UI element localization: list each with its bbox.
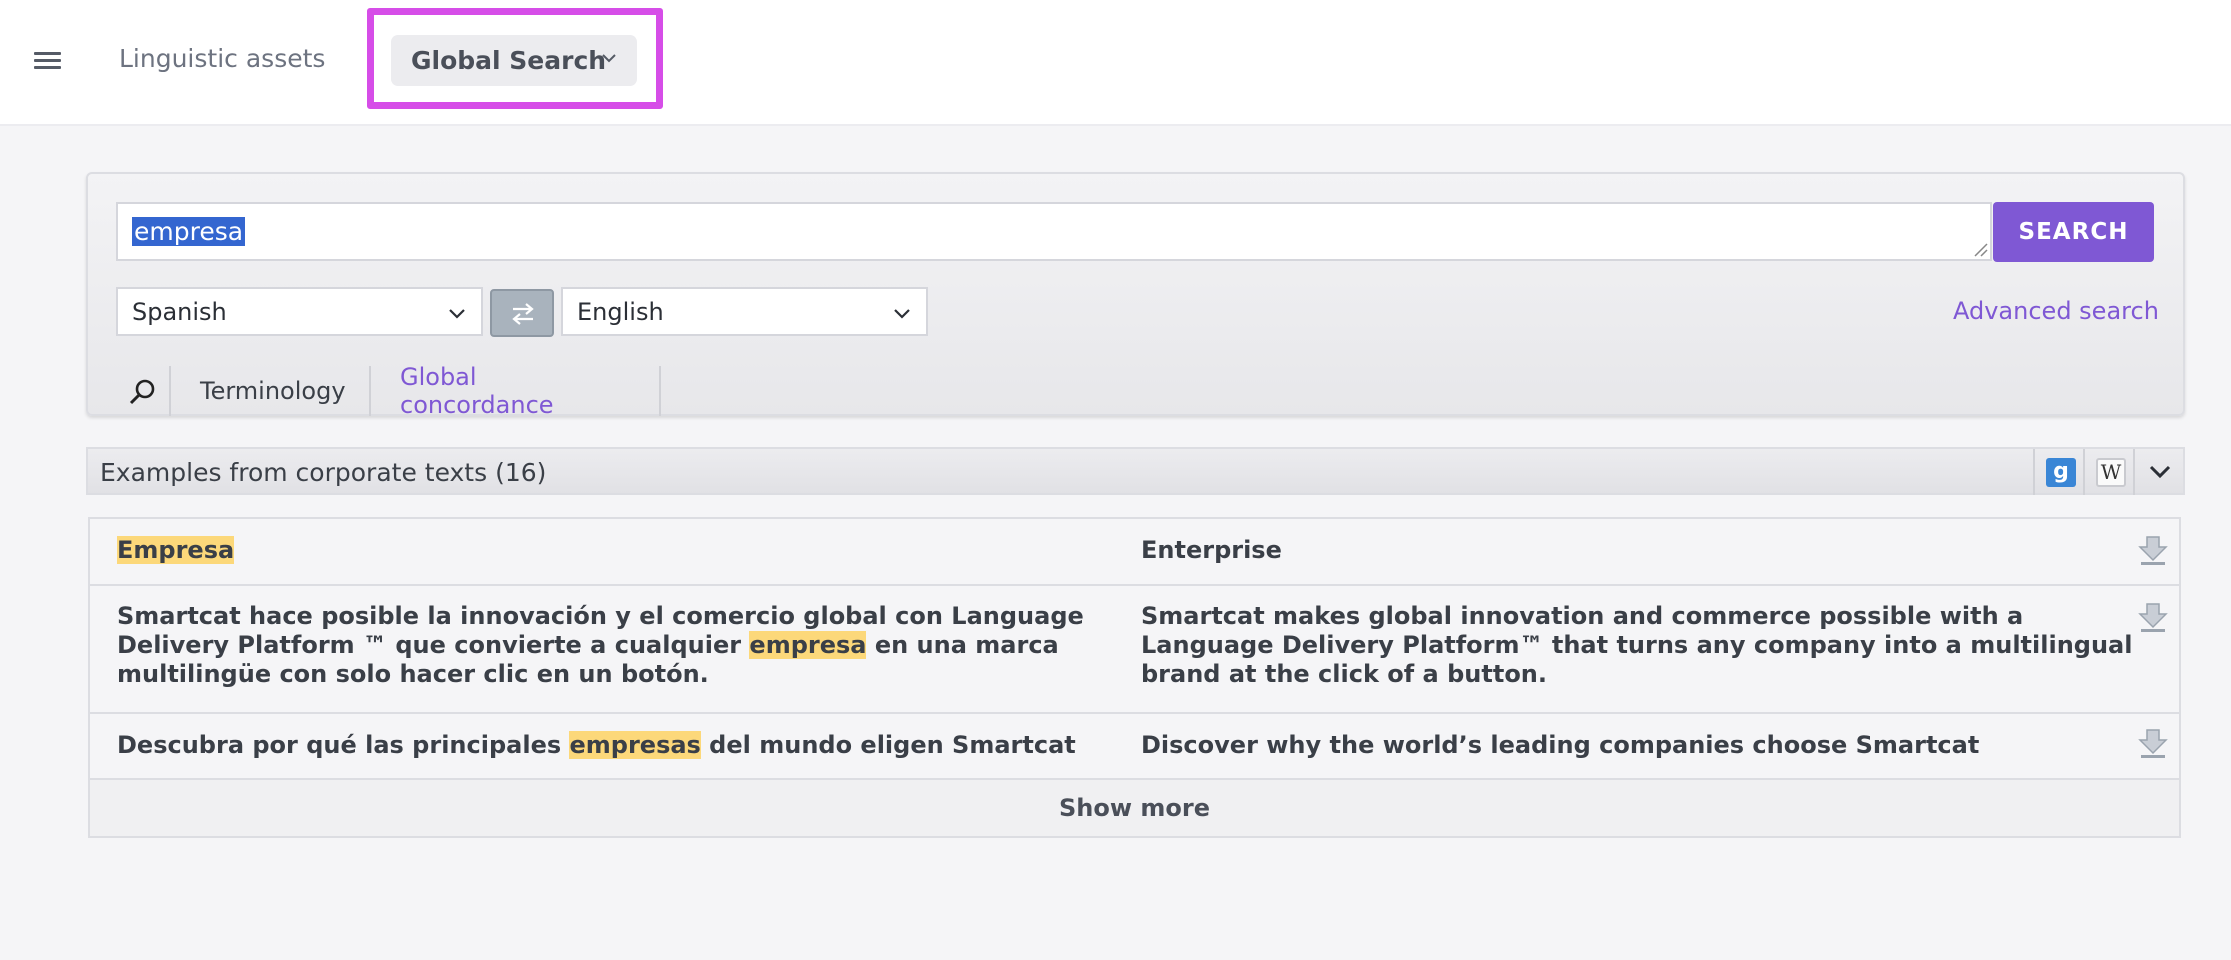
source-text-part: del mundo eligen Smartcat — [700, 731, 1076, 759]
table-row: Empresa Enterprise — [90, 519, 2179, 586]
table-row: Smartcat hace posible la innovación y el… — [90, 586, 2179, 714]
target-text[interactable]: Discover why the world’s leading compani… — [1141, 731, 2141, 760]
wikipedia-button[interactable]: W — [2083, 449, 2133, 495]
swap-arrows-icon — [512, 303, 534, 325]
examples-tools: g W — [2033, 449, 2183, 495]
target-text[interactable]: Enterprise — [1141, 536, 2141, 565]
wikipedia-icon: W — [2096, 458, 2126, 487]
tab-terminology[interactable]: Terminology — [171, 366, 371, 416]
search-input[interactable]: empresa — [116, 202, 1992, 261]
tab-global-concordance[interactable]: Global concordance — [371, 363, 661, 419]
examples-title: Examples from corporate texts (16) — [100, 458, 547, 487]
show-more-button[interactable]: Show more — [90, 780, 2179, 836]
insert-arrow-icon[interactable] — [2137, 602, 2169, 634]
resize-grip-icon[interactable] — [1972, 241, 1988, 257]
source-text[interactable]: Empresa — [117, 536, 1117, 565]
search-button[interactable]: SEARCH — [1993, 202, 2154, 262]
tab-search[interactable] — [116, 366, 171, 416]
source-text[interactable]: Smartcat hace posible la innovación y el… — [117, 602, 1117, 689]
term-highlight: empresas — [569, 731, 701, 759]
source-text-part: Descubra por qué las principales — [117, 731, 570, 759]
google-button[interactable]: g — [2033, 449, 2083, 495]
source-language-select[interactable]: Spanish — [116, 287, 483, 336]
top-bar: Linguistic assets Global Search — [0, 0, 2231, 126]
hamburger-icon[interactable] — [34, 49, 61, 73]
examples-table: Empresa Enterprise Smartcat hace posible… — [88, 517, 2181, 838]
search-query-text: empresa — [132, 217, 246, 246]
search-tabs: Terminology Global concordance — [116, 363, 661, 419]
examples-header: Examples from corporate texts (16) g W — [86, 447, 2185, 495]
global-search-label: Global Search — [411, 46, 607, 75]
source-language-value: Spanish — [132, 297, 227, 326]
target-language-value: English — [577, 297, 664, 326]
target-language-select[interactable]: English — [561, 287, 928, 336]
search-icon — [129, 379, 155, 405]
insert-arrow-icon[interactable] — [2137, 535, 2169, 567]
source-text[interactable]: Descubra por qué las principales empresa… — [117, 731, 1117, 760]
target-text[interactable]: Smartcat makes global innovation and com… — [1141, 602, 2141, 689]
collapse-button[interactable] — [2133, 449, 2183, 495]
swap-languages-button[interactable] — [490, 289, 554, 337]
chevron-down-icon — [449, 309, 465, 319]
term-highlight: empresa — [749, 631, 867, 659]
chevron-down-icon — [894, 309, 910, 319]
collapse-chevron-icon — [2149, 465, 2171, 479]
google-icon: g — [2046, 458, 2076, 487]
advanced-search-link[interactable]: Advanced search — [1953, 297, 2159, 325]
nav-linguistic-assets[interactable]: Linguistic assets — [119, 44, 325, 73]
chevron-down-icon — [602, 54, 616, 63]
insert-arrow-icon[interactable] — [2137, 728, 2169, 760]
term-highlight: Empresa — [117, 536, 235, 564]
table-row: Descubra por qué las principales empresa… — [90, 714, 2179, 780]
global-search-dropdown[interactable]: Global Search — [391, 35, 637, 86]
